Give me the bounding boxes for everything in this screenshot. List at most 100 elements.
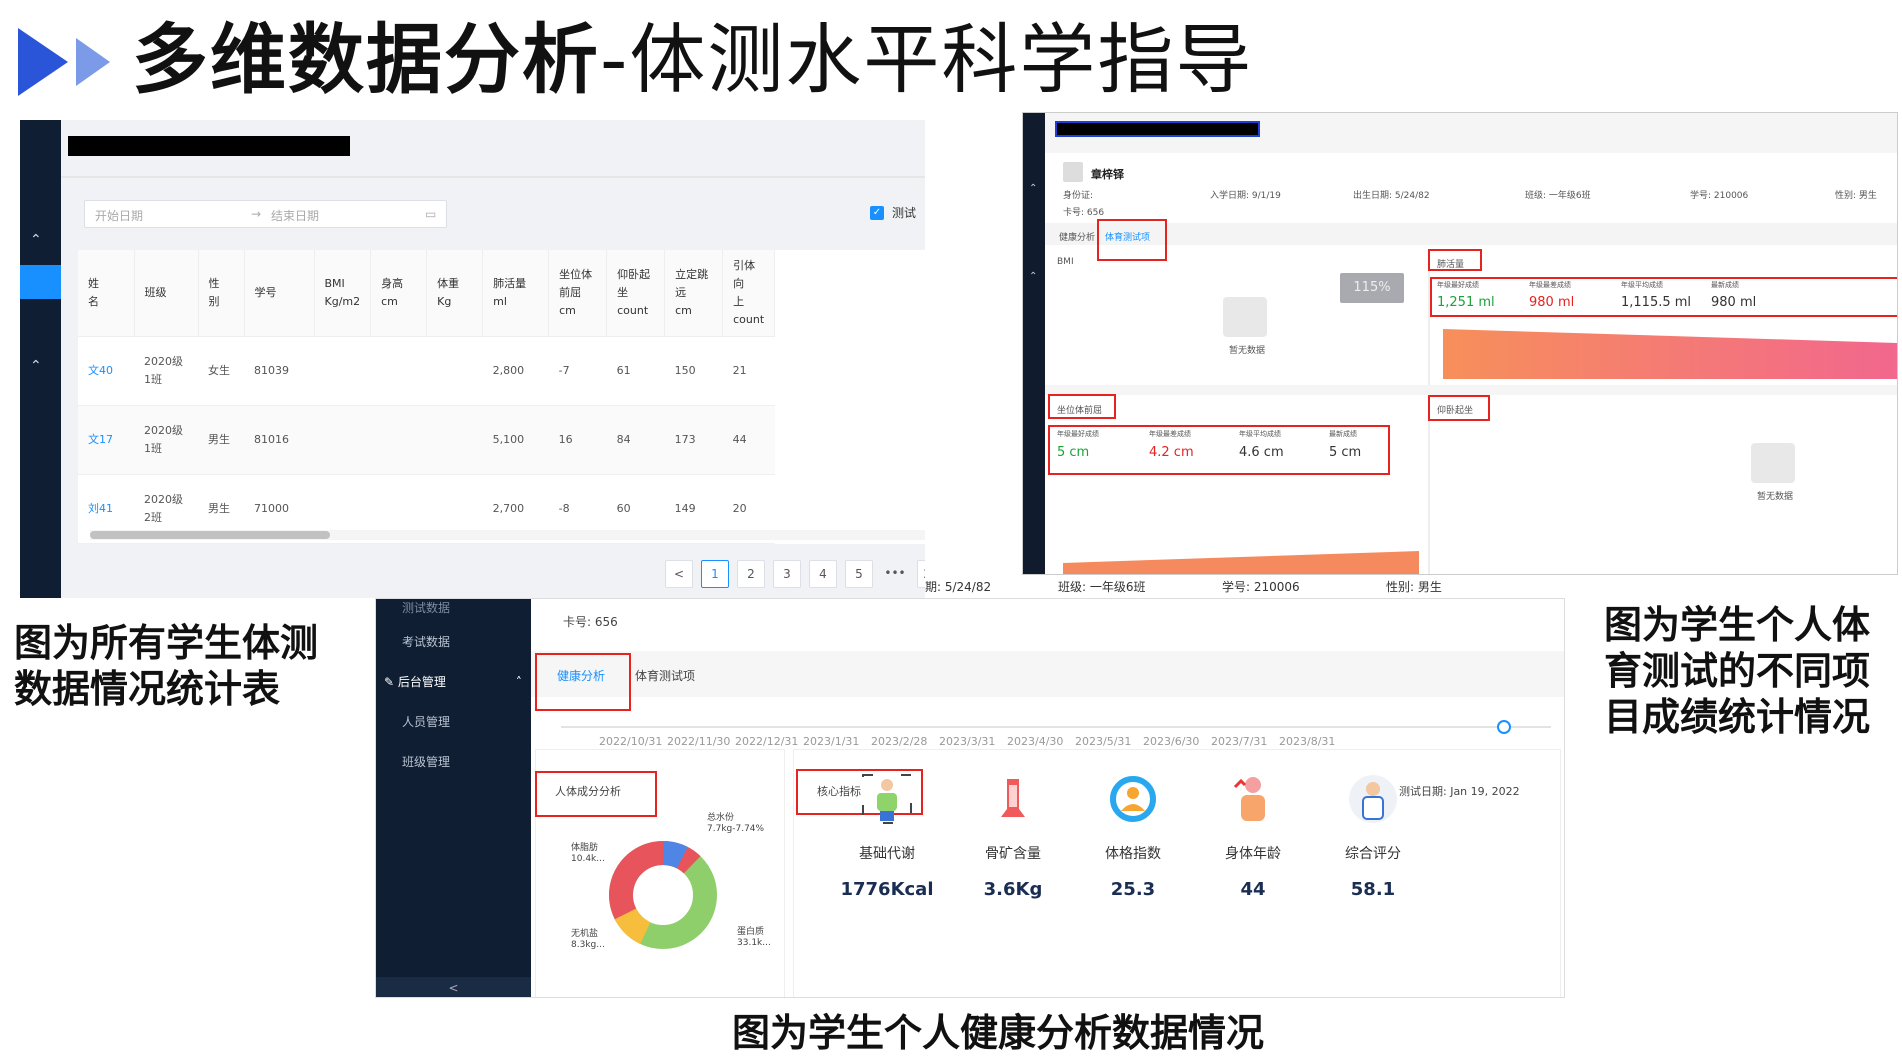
column-header[interactable]: 姓名 [78,250,135,337]
donut-label-protein-name: 蛋白质 [737,927,765,937]
strip-birth: 期: 5/24/82 [925,580,992,594]
column-header-text: 引体向 [733,258,756,290]
doctor-icon [1349,775,1397,823]
timeline-date[interactable]: 2023/1/31 [803,735,859,748]
body-composition-donut [609,841,717,949]
scrollbar-thumb[interactable] [90,531,330,539]
highlight-box [535,653,631,711]
column-header-text: 身高 [381,276,404,290]
chevron-up-icon[interactable]: ⌃ [1029,271,1037,282]
timeline-date[interactable]: 2023/6/30 [1143,735,1199,748]
date-end-input[interactable]: 结束日期 [271,207,319,224]
strip-student-no: 学号: 210006 [1222,580,1300,594]
metric-body-age: 身体年龄 44 [1193,771,1313,900]
highlight-box [1048,394,1116,419]
donut-label-water-name: 总水份 [707,813,735,823]
timeline-date[interactable]: 2023/2/28 [871,735,927,748]
sit-value-worst: 4.2 cm [1149,445,1194,460]
arrow-right-icon: → [251,207,262,221]
timeline-date[interactable]: 2023/4/30 [1007,735,1063,748]
page-button[interactable]: 5 [845,560,873,588]
metric-bmr-value: 1776Kcal [840,879,934,900]
table-cell [426,405,483,475]
calendar-icon[interactable]: ▭ [425,207,436,221]
column-header[interactable]: 身高 cm [370,250,428,337]
sidebar: 测试数据 考试数据 ✎ 后台管理 ˄ 人员管理 班级管理 < [376,599,531,997]
metric-bone-mineral: 骨矿含量 3.6Kg [953,771,1073,900]
chevron-up-icon[interactable]: ⌃ [30,232,42,248]
timeline-date[interactable]: 2023/7/31 [1211,735,1267,748]
chevron-up-icon[interactable]: ⌃ [30,358,42,374]
column-header[interactable]: 坐位体 前屈 cm [548,250,608,337]
column-header[interactable]: 学号 [244,250,315,337]
metric-overall-score: 综合评分 58.1 [1313,771,1433,900]
pagination-ellipsis[interactable]: ••• [881,560,909,588]
page-button[interactable]: 1 [701,560,729,588]
column-header-text: 坐 [617,285,629,299]
strip-class: 班级: 一年级6班 [1058,580,1146,594]
metric-body-age-value: 44 [1240,879,1266,900]
date-start-input[interactable]: 开始日期 [95,207,143,224]
column-header[interactable]: 班级 [134,250,199,337]
table-cell: 150 [664,336,723,406]
sidebar-item-admin[interactable]: ✎ 后台管理 ˄ [384,673,522,690]
timeline [561,726,1551,728]
date-range-picker[interactable]: 开始日期 → 结束日期 ▭ [84,200,447,228]
sidebar-item-staff[interactable]: 人员管理 [402,713,450,730]
column-header-text: 肺活量 [493,276,527,290]
timeline-date[interactable]: 2022/12/31 [735,735,798,748]
column-header-text: 仰卧起 [617,267,651,281]
table-row: 文40 2020级 1班 女生 81039 2,800 -7 61 150 21 [78,336,775,406]
sidebar-item-test-data[interactable]: 测试数据 [402,599,450,616]
play-arrows-icon [18,28,110,96]
timeline-date[interactable]: 2023/3/31 [939,735,995,748]
column-header-text: 名 [88,294,99,308]
page-button[interactable]: 4 [809,560,837,588]
caption-personal-test: 图为学生个人体育测试的不同项目成绩统计情况 [1604,603,1871,739]
column-header[interactable]: 引体向上 count [722,250,776,337]
stats-table-screenshot: ⌃ ⌃ 开始日期 → 结束日期 ▭ ✓ 测试 姓名班级性别学号 BMI Kg/m2 身… [20,120,925,598]
column-header[interactable]: BMI Kg/m2 [314,250,372,337]
tab-health-analysis[interactable]: 健康分析 [1059,230,1095,243]
column-header-text: 姓 [88,276,99,290]
chevron-up-icon[interactable]: ⌃ [1029,183,1037,194]
donut-label-mineral: 无机盐 8.3kg... [571,929,605,951]
table-cell: 女生 [198,336,244,406]
metric-overall-score-label: 综合评分 [1345,846,1401,862]
column-header[interactable]: 肺活量 ml [482,250,550,337]
table-cell [314,336,371,406]
donut-label-fat-value: 10.4k... [571,854,605,864]
chevron-up-icon: ˄ [515,675,522,689]
column-header[interactable]: 性别 [198,250,245,337]
test-checkbox-label: 测试 [892,206,917,220]
horizontal-scrollbar[interactable] [90,530,925,540]
column-header[interactable]: 立定跳远 cm [664,250,724,337]
timeline-current-dot[interactable] [1497,720,1511,734]
lung-area-chart [1443,329,1897,379]
column-header-text: 性 [208,276,220,290]
prev-page-button[interactable]: < [665,560,693,588]
collapse-sidebar-button[interactable]: < [376,977,531,997]
sidebar-active-item[interactable] [20,265,61,299]
column-header[interactable]: 体重 Kg [426,250,484,337]
column-header[interactable]: 仰卧起坐 count [606,250,666,337]
timeline-date[interactable]: 2023/8/31 [1279,735,1335,748]
page-button[interactable]: 3 [773,560,801,588]
tab-sports-test[interactable]: 体育测试项 [635,667,695,684]
timeline-date[interactable]: 2023/5/31 [1075,735,1131,748]
student-name-link[interactable]: 文40 [78,336,134,406]
table-cell: 2,800 [482,336,549,406]
timeline-date[interactable]: 2022/10/31 [599,735,662,748]
sidebar-item-exam-data[interactable]: 考试数据 [402,633,450,650]
id-label: 身份证: [1063,191,1094,201]
sit-head-worst: 年级最差成绩 [1149,430,1191,438]
page-button[interactable]: 26 [917,560,925,588]
strip-gender: 性别: 男生 [1386,580,1442,594]
student-name-link[interactable]: 文17 [78,405,134,475]
test-checkbox[interactable]: ✓ [870,206,884,220]
timeline-date[interactable]: 2022/11/30 [667,735,730,748]
metric-bone-mineral-value: 3.6Kg [983,879,1043,900]
sidebar-item-class[interactable]: 班级管理 [402,753,450,770]
donut-label-water-value: 7.7kg-7.74% [707,824,765,834]
page-button[interactable]: 2 [737,560,765,588]
